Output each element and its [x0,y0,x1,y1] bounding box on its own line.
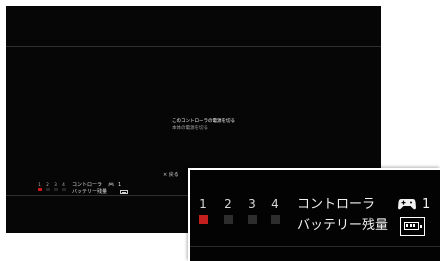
port-lamp [53,188,58,191]
port-1: 1 [196,198,210,224]
gamepad-icon: 🎮 [108,182,115,188]
controller-label: コントローラ [72,182,103,188]
port-lamp [61,188,66,191]
controller-status-zoom: 1 2 3 4 コントローラ 1 バッテリー残量 [188,168,440,261]
port-lamp [45,188,50,191]
port-3: 3 [245,198,259,224]
battery-icon [404,222,422,230]
port-lamp [37,188,42,191]
port-2: 2 [44,182,51,191]
controller-label: コントローラ [297,197,376,212]
back-hint: × 戻る [163,172,179,178]
port-lamp [247,215,257,224]
battery-highlight [400,217,425,236]
battery-label: バッテリー残量 [297,218,389,233]
port-4: 4 [268,198,282,224]
quick-menu: このコントローラの電源を切る 本体の電源を切る [172,118,235,132]
turn-off-controller-option[interactable]: このコントローラの電源を切る [172,118,235,125]
battery-icon [120,190,128,194]
port-lamp [223,215,233,224]
controller-number: 1 [118,182,122,188]
port-4: 4 [60,182,67,191]
controller-number: 1 [422,197,431,212]
port-2: 2 [221,198,235,224]
port-1: 1 [36,182,43,191]
port-3: 3 [52,182,59,191]
zoom-divider [190,246,440,247]
top-divider [6,46,381,47]
port-lamp [270,215,280,224]
gamepad-icon [398,199,416,210]
port-lamp [198,215,208,224]
turn-off-system-option[interactable]: 本体の電源を切る [172,125,235,132]
